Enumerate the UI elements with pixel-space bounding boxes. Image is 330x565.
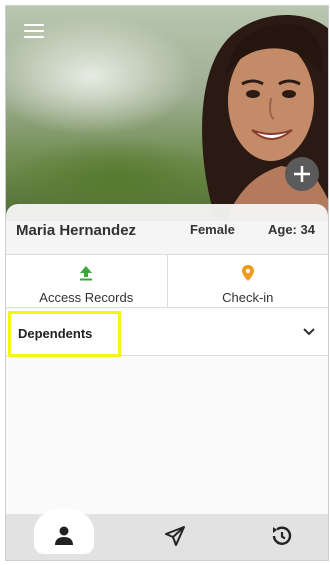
profile-photo-header [6, 6, 328, 221]
upload-arrow-icon [80, 266, 93, 281]
chevron-down-icon [303, 328, 315, 336]
access-records-label: Access Records [39, 290, 134, 305]
menu-icon-bar [24, 24, 44, 26]
dependents-label: Dependents [18, 326, 93, 341]
patient-name: Maria Hernandez [16, 222, 137, 239]
patient-gender: Female [190, 222, 235, 237]
app-screen: Maria Hernandez Female Age: 34 Access Re… [5, 5, 329, 561]
patient-age: Age: 34 [268, 222, 315, 237]
dependents-section-toggle[interactable]: Dependents [6, 310, 328, 357]
menu-icon-bar [24, 30, 44, 32]
add-button[interactable] [285, 157, 319, 191]
location-pin-icon [241, 265, 254, 281]
menu-icon-bar [24, 36, 44, 38]
access-records-button[interactable]: Access Records [6, 255, 167, 307]
history-icon[interactable] [270, 524, 294, 548]
person-icon[interactable] [52, 524, 76, 548]
check-in-label: Check-in [222, 290, 274, 305]
bottom-navigation [6, 508, 328, 560]
menu-button[interactable] [24, 24, 44, 40]
action-bar: Access Records Check-in [6, 254, 328, 308]
profile-summary-card: Maria Hernandez Female Age: 34 [6, 204, 328, 256]
paper-plane-icon[interactable] [163, 524, 187, 548]
check-in-button[interactable]: Check-in [166, 255, 329, 307]
plus-icon [294, 166, 310, 182]
